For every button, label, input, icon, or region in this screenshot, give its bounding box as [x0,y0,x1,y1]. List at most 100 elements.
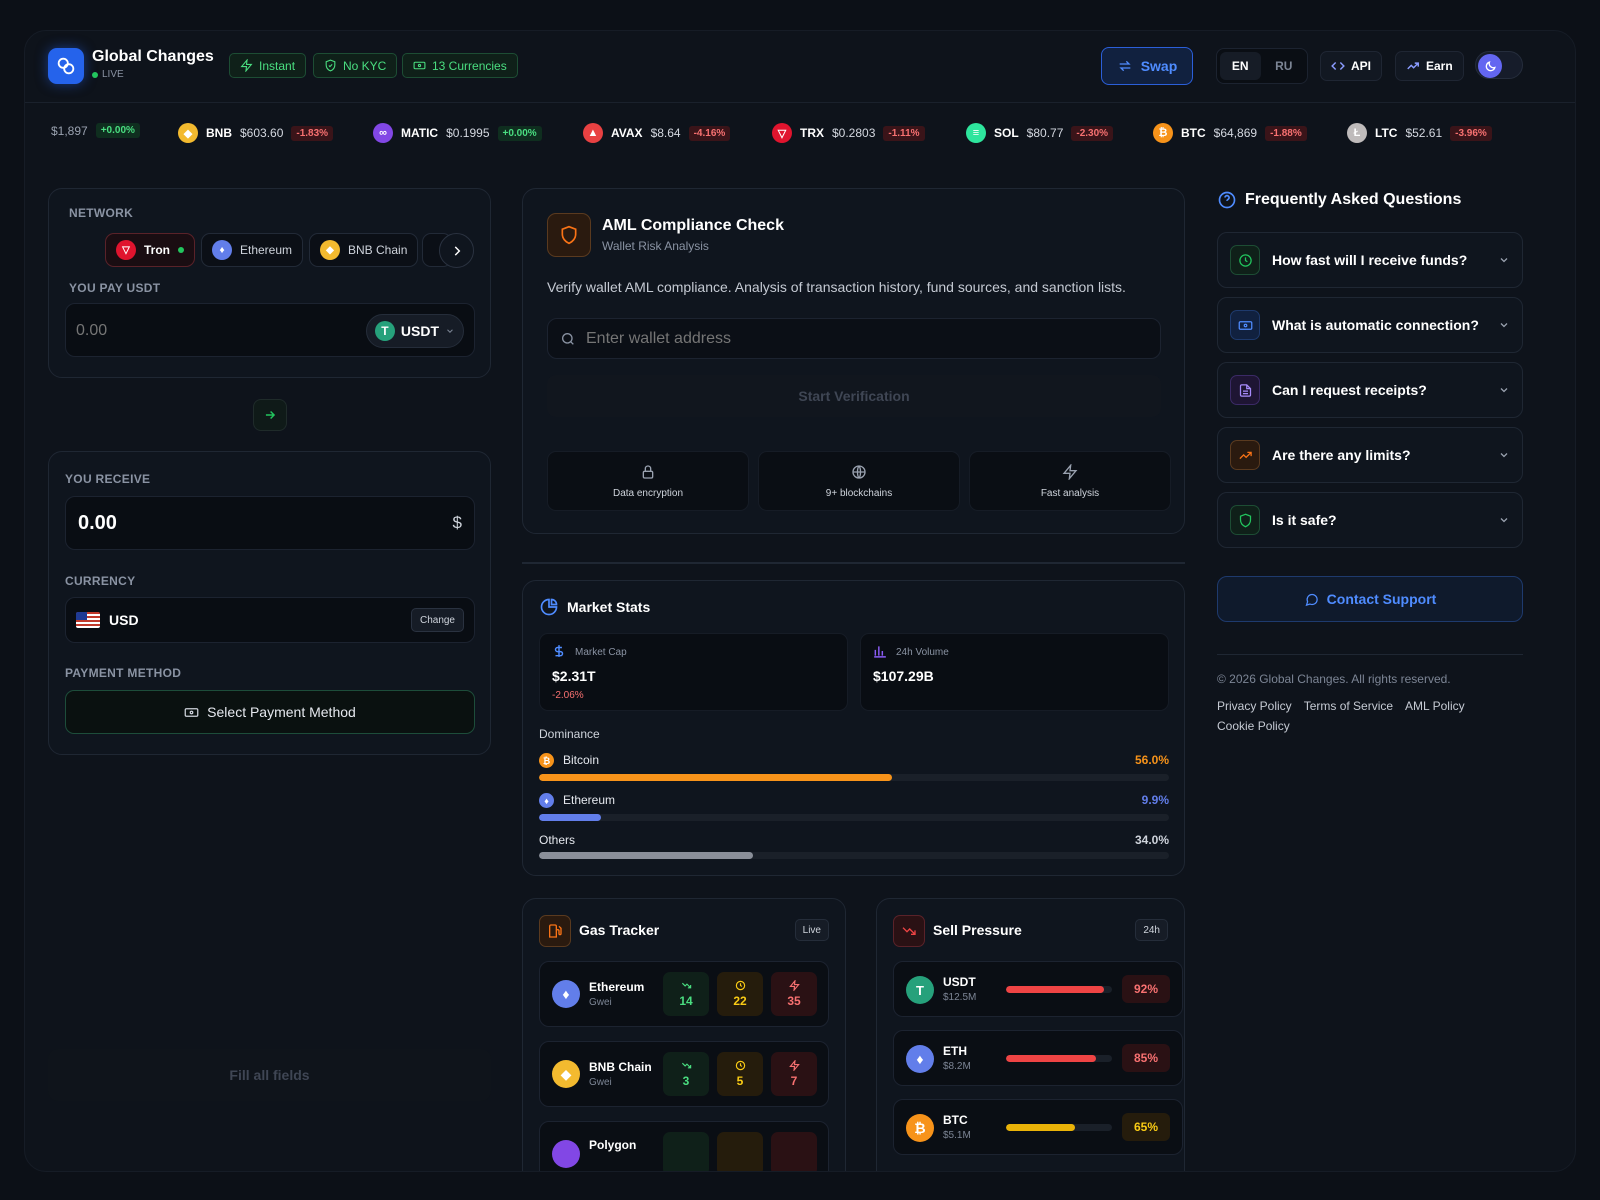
theme-toggle[interactable] [1475,51,1523,79]
aml-card: AML Compliance Check Wallet Risk Analysi… [522,188,1185,534]
ticker-item: ∞ MATIC $0.1995 +0.00% [373,123,542,143]
chevron-down-icon [447,329,453,333]
pay-amount-input[interactable] [76,316,276,346]
faq-item[interactable]: Can I request receipts? [1217,362,1523,418]
earn-button[interactable]: Earn [1395,51,1464,81]
shield-icon [325,59,336,72]
bnb-icon: ◆ [552,1060,580,1088]
sell-row-usdt: T USDT $12.5M 92% [893,961,1183,1017]
network-label: NETWORK [69,206,134,220]
api-button[interactable]: API [1320,51,1383,81]
gas-tracker-card: Gas Tracker Live ♦ Ethereum Gwei 14 22 3… [522,898,846,1171]
swap-button[interactable]: Swap [1101,47,1193,85]
header: Global Changes LIVE Instant No KYC 13 Cu… [25,31,1575,103]
dominance-bar [539,814,1169,821]
select-payment-button[interactable]: Select Payment Method [65,690,475,734]
trending-up-icon [1407,62,1419,70]
ltc-icon: Ł [1347,123,1367,143]
banknote-icon [1230,310,1260,340]
aml-policy-link[interactable]: AML Policy [1405,699,1465,713]
gas-low [663,1132,709,1171]
network-tron[interactable]: ▽ Tron [105,233,195,267]
wallet-address-field[interactable] [547,318,1161,359]
shield-icon [547,213,591,257]
sell-bar [1006,1124,1112,1131]
chevron-down-icon [1500,258,1508,263]
faq-item[interactable]: Are there any limits? [1217,427,1523,483]
pay-amount-field[interactable]: T USDT [65,303,475,357]
usdt-icon: T [906,976,934,1004]
bolt-icon [240,59,253,72]
contact-support-button[interactable]: Contact Support [1217,576,1523,622]
sell-percent: 92% [1122,975,1170,1003]
eth-icon: ♦ [539,793,554,808]
btc-icon: ₿ [906,1114,934,1142]
lang-ru[interactable]: RU [1264,52,1305,80]
badge-currencies: 13 Currencies [402,53,518,78]
pay-currency-select[interactable]: T USDT [366,314,464,348]
gas-row-polygon: Polygon [539,1121,829,1171]
ethereum-icon: ♦ [212,240,232,260]
sell-pressure-card: Sell Pressure 24h T USDT $12.5M 92% ♦ ET… [876,898,1185,1171]
dollar-icon: $ [452,513,462,532]
swap-icon [1119,60,1131,72]
brand: Global Changes LIVE [92,48,214,80]
gas-high: 7 [771,1052,817,1096]
receive-amount-field[interactable]: 0.00 $ [65,496,475,550]
lang-en[interactable]: EN [1220,52,1261,80]
gas-low: 14 [663,972,709,1016]
volume-box: 24h Volume $107.29B [860,633,1169,711]
sell-fill [1006,1055,1097,1062]
faq-title: Frequently Asked Questions [1245,191,1462,208]
eth-icon: ♦ [906,1045,934,1073]
moon-icon [1478,54,1502,78]
file-text-icon [1230,375,1260,405]
clock-icon [735,1060,745,1071]
avax-icon: ▲ [583,123,603,143]
live-dot-icon [92,71,98,78]
cookie-policy-link[interactable]: Cookie Policy [1217,719,1290,733]
sol-icon: ≡ [966,123,986,143]
brand-name: Global Changes [92,48,214,65]
sell-bar [1006,986,1112,993]
gas-average: 22 [717,972,763,1016]
currency-label: CURRENCY [65,574,136,588]
dominance-fill [539,814,602,821]
terms-link[interactable]: Terms of Service [1304,699,1393,713]
ticker-item: ₿ BTC $64,869 -1.88% [1153,123,1307,143]
gas-average [717,1132,763,1171]
arrow-right-icon[interactable] [253,399,287,431]
receive-card: YOU RECEIVE 0.00 $ CURRENCY USD Change P… [48,451,491,755]
faq-item[interactable]: Is it safe? [1217,492,1523,548]
privacy-policy-link[interactable]: Privacy Policy [1217,699,1292,713]
network-bnb-chain[interactable]: ◆ BNB Chain [309,233,419,267]
chevron-down-icon [1500,323,1508,328]
divider [1217,654,1523,655]
banknote-icon [184,707,199,717]
badge-no-kyc: No KYC [313,53,398,78]
start-verification-button[interactable]: Start Verification [547,375,1161,417]
chevron-down-icon [1500,388,1508,393]
feature-blockchains: 9+ blockchains [758,451,960,511]
btc-icon: ₿ [1153,123,1173,143]
wallet-address-input[interactable] [586,327,1146,351]
market-cap-box: Market Cap $2.31T -2.06% [539,633,848,711]
chevron-right-icon[interactable] [439,233,474,268]
faq-item[interactable]: What is automatic connection? [1217,297,1523,353]
sell-percent: 65% [1122,1113,1170,1141]
logo-icon[interactable] [48,48,84,84]
fuel-icon [539,915,571,947]
dominance-fill [539,852,754,859]
btc-icon: ₿ [539,753,554,768]
faq-item[interactable]: How fast will I receive funds? [1217,232,1523,288]
bolt-icon [788,980,800,991]
polygon-icon [552,1140,580,1168]
network-ethereum[interactable]: ♦ Ethereum [201,233,304,267]
sell-title: Sell Pressure [933,922,1022,938]
footer-links: Privacy Policy Terms of Service AML Poli… [1217,699,1523,733]
pay-label: YOU PAY USDT [69,281,161,295]
lock-icon [642,464,654,479]
submit-button[interactable]: Fill all fields [48,1049,491,1101]
gas-high: 35 [771,972,817,1016]
change-currency-button[interactable]: Change [410,608,464,632]
